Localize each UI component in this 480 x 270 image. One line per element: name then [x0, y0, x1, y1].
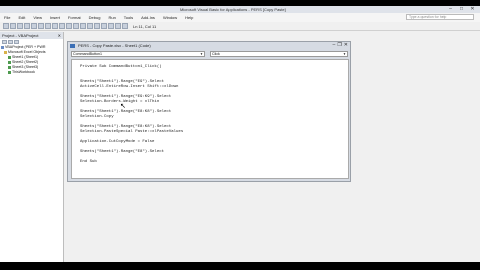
- maximize-button[interactable]: □: [457, 6, 466, 12]
- help-search-input[interactable]: Type a question for help: [406, 14, 474, 20]
- code-line: Sheets("Sheet1").Range("E8").Select: [80, 150, 165, 154]
- procedure-combo-value: Click: [212, 52, 220, 56]
- save-icon[interactable]: [17, 23, 23, 29]
- sheet-icon: [8, 66, 11, 69]
- menu-window[interactable]: Window: [163, 15, 177, 20]
- project-explorer: Project - VBAProject ✕ VBAProject (PER +…: [0, 32, 64, 262]
- tree-item-label: ThisWorkbook: [12, 70, 35, 74]
- code-close-button[interactable]: ✕: [344, 42, 348, 49]
- project-panel-title-text: Project - VBAProject: [2, 33, 39, 38]
- tree-item-thisworkbook[interactable]: ThisWorkbook: [0, 70, 63, 75]
- code-line: Private Sub CommandButton1_Click(): [80, 65, 162, 69]
- minimize-button[interactable]: –: [446, 6, 455, 12]
- view-code-icon[interactable]: [2, 40, 7, 44]
- menu-debug[interactable]: Debug: [89, 15, 101, 20]
- redo-icon[interactable]: [59, 23, 65, 29]
- procedure-combo[interactable]: Click ▼: [210, 51, 348, 57]
- project-panel-close-button[interactable]: ✕: [58, 32, 63, 39]
- break-icon[interactable]: [73, 23, 79, 29]
- menu-file[interactable]: File: [4, 15, 10, 20]
- object-combo[interactable]: CommandButton1 ▼: [71, 51, 205, 57]
- folder-icon: [4, 51, 7, 54]
- code-line: End Sub: [80, 160, 97, 164]
- window-controls: – □ ✕: [446, 6, 477, 12]
- code-editor[interactable]: Private Sub CommandButton1_Click() Sheet…: [71, 59, 349, 179]
- reset-icon[interactable]: [80, 23, 86, 29]
- menu-insert[interactable]: Insert: [50, 15, 60, 20]
- properties-icon[interactable]: [101, 23, 107, 29]
- design-mode-icon[interactable]: [87, 23, 93, 29]
- chevron-down-icon[interactable]: ▼: [342, 52, 347, 56]
- project-panel-title: Project - VBAProject ✕: [0, 32, 63, 39]
- project-explorer-icon[interactable]: [94, 23, 100, 29]
- sheet-icon: [8, 61, 11, 64]
- undo-icon[interactable]: [52, 23, 58, 29]
- menu-add-ins[interactable]: Add-Ins: [141, 15, 155, 20]
- object-combo-value: CommandButton1: [73, 52, 102, 56]
- menu-help[interactable]: Help: [185, 15, 193, 20]
- mouse-pointer-icon: ↖: [120, 103, 126, 110]
- chevron-down-icon[interactable]: ▼: [199, 52, 204, 56]
- cut-icon[interactable]: [24, 23, 30, 29]
- toolbox-icon[interactable]: [115, 23, 121, 29]
- code-window-controls: – ❐ ✕: [333, 42, 348, 49]
- menu-view[interactable]: View: [33, 15, 42, 20]
- cursor-position: Ln 11, Col 11: [133, 23, 157, 29]
- project-icon: [1, 46, 4, 49]
- menu-tools[interactable]: Tools: [124, 15, 133, 20]
- title-bar: Microsoft Visual Basic for Applications …: [0, 6, 480, 13]
- code-line: ActiveCell.EntireRow.Insert Shift:=xlDow…: [80, 85, 179, 89]
- window-title: Microsoft Visual Basic for Applications …: [180, 7, 286, 12]
- menu-edit[interactable]: Edit: [18, 15, 25, 20]
- code-minimize-button[interactable]: –: [333, 42, 336, 49]
- help-icon[interactable]: [122, 23, 128, 29]
- code-window-title: PERS - Copy Paste.xlsx - Sheet1 (Code): [78, 43, 151, 48]
- menu-run[interactable]: Run: [108, 15, 115, 20]
- copy-icon[interactable]: [31, 23, 37, 29]
- object-browser-icon[interactable]: [108, 23, 114, 29]
- code-window-title-bar: PERS - Copy Paste.xlsx - Sheet1 (Code) –…: [68, 42, 350, 49]
- code-window: PERS - Copy Paste.xlsx - Sheet1 (Code) –…: [67, 41, 351, 182]
- code-line: Selection.PasteSpecial Paste:=xlPasteVal…: [80, 130, 184, 134]
- code-restore-button[interactable]: ❐: [337, 42, 341, 49]
- code-window-icon: [70, 44, 75, 48]
- insert-module-icon[interactable]: [10, 23, 16, 29]
- paste-icon[interactable]: [38, 23, 44, 29]
- run-icon[interactable]: [66, 23, 72, 29]
- view-object-icon[interactable]: [8, 40, 13, 44]
- workbook-icon: [8, 71, 11, 74]
- close-button[interactable]: ✕: [468, 6, 477, 12]
- code-line: Application.CutCopyMode = False: [80, 140, 155, 144]
- letterbox-bottom: [0, 262, 480, 270]
- standard-toolbar: Ln 11, Col 11: [0, 22, 480, 31]
- code-combo-row: CommandButton1 ▼ Click ▼: [71, 51, 349, 58]
- toggle-folders-icon[interactable]: [14, 40, 19, 44]
- view-excel-icon[interactable]: [3, 23, 9, 29]
- menu-format[interactable]: Format: [68, 15, 81, 20]
- sheet-icon: [8, 56, 11, 59]
- code-line: Selection.Copy: [80, 115, 114, 119]
- find-icon[interactable]: [45, 23, 51, 29]
- vba-editor-window: Microsoft Visual Basic for Applications …: [0, 6, 480, 262]
- mdi-workspace: PERS - Copy Paste.xlsx - Sheet1 (Code) –…: [65, 32, 480, 262]
